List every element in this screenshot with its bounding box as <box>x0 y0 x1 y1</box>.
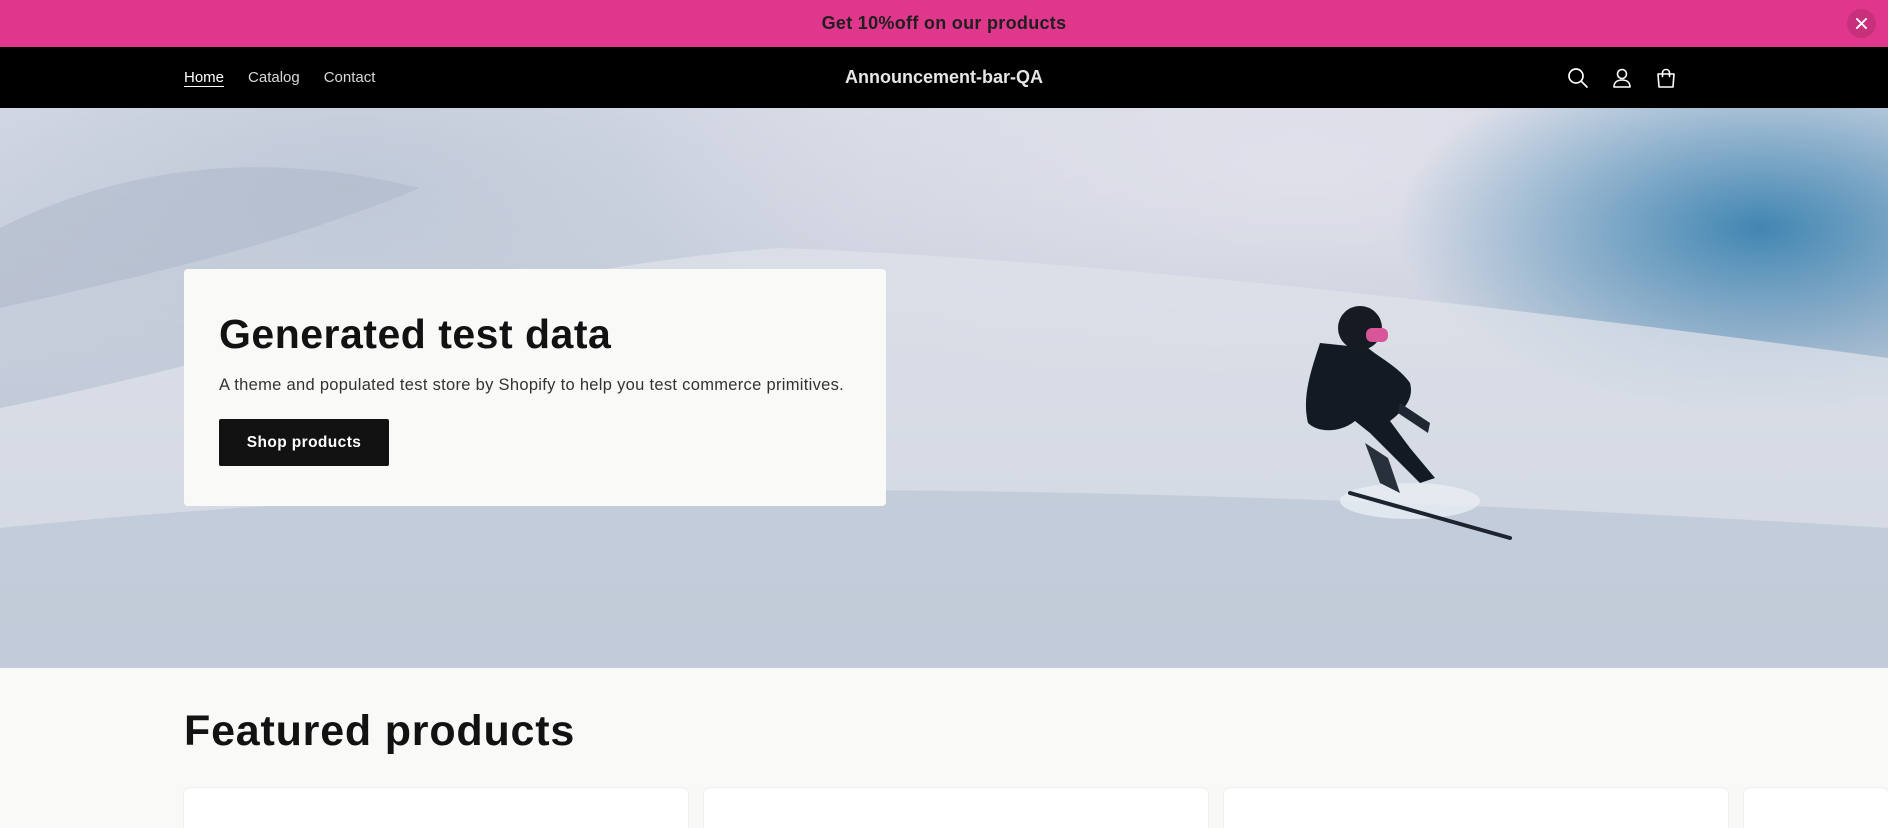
featured-products-heading: Featured products <box>184 707 576 755</box>
cart-button[interactable] <box>1654 66 1678 90</box>
search-button[interactable] <box>1566 66 1590 90</box>
hero-title: Generated test data <box>219 311 612 357</box>
header-icons <box>1566 47 1678 108</box>
nav-link-home[interactable]: Home <box>184 69 224 86</box>
product-card[interactable] <box>704 788 1208 828</box>
shop-products-button[interactable]: Shop products <box>219 419 389 466</box>
announcement-bar: Get 10%off on our products <box>0 0 1888 47</box>
product-card[interactable] <box>1744 788 1888 828</box>
close-icon <box>1856 18 1867 29</box>
product-card[interactable] <box>184 788 688 828</box>
main-nav: Home Catalog Contact <box>184 47 375 108</box>
hero-subtitle: A theme and populated test store by Shop… <box>219 376 845 394</box>
close-announcement-button[interactable] <box>1847 9 1876 38</box>
search-icon <box>1568 67 1588 88</box>
nav-link-catalog[interactable]: Catalog <box>248 69 300 86</box>
account-icon <box>1613 68 1631 88</box>
store-name-link[interactable]: Announcement-bar-QA <box>845 67 1043 88</box>
account-button[interactable] <box>1610 66 1634 90</box>
announcement-text: Get 10%off on our products <box>821 13 1067 33</box>
hero-content-card: Generated test data A theme and populate… <box>184 269 886 506</box>
snowboarder-image <box>1305 306 1512 540</box>
hero-banner: Generated test data A theme and populate… <box>0 108 1888 668</box>
site-header: Home Catalog Contact Announcement-bar-QA <box>0 47 1888 108</box>
product-card[interactable] <box>1224 788 1728 828</box>
nav-link-contact[interactable]: Contact <box>324 69 376 86</box>
cart-icon <box>1657 68 1675 88</box>
